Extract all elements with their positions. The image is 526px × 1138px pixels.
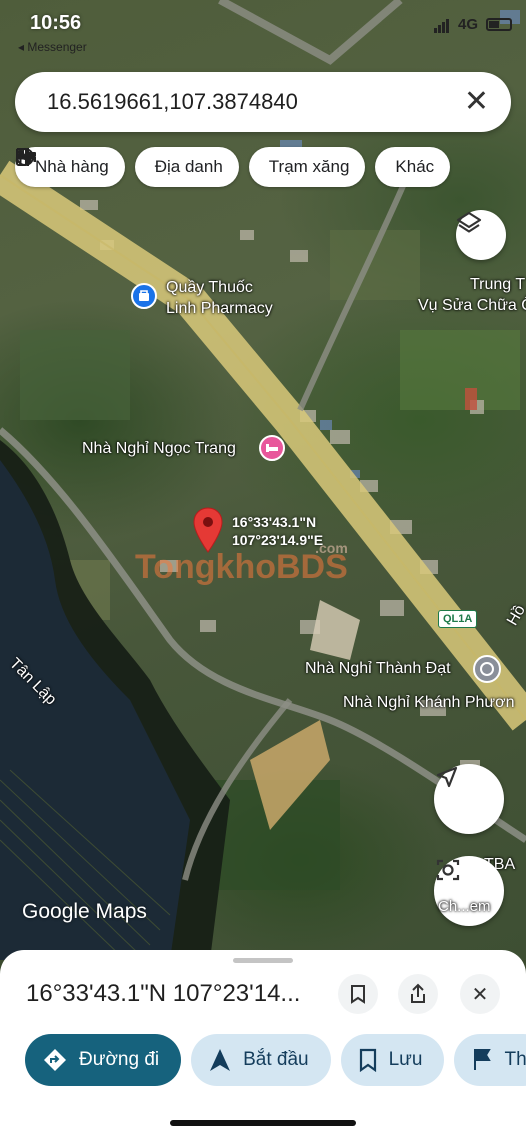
directions-button[interactable]: Đường đi [25, 1034, 182, 1086]
search-input[interactable]: 16.5619661,107.3874840 [47, 89, 464, 115]
battery-icon [486, 18, 512, 31]
close-icon: ✕ [471, 983, 489, 1006]
pharmacy-label[interactable]: Quầy Thuốc Linh Pharmacy [166, 278, 273, 320]
start-label: Bắt đầu [243, 1049, 309, 1070]
action-buttons: Đường đi Bắt đầu Lưu Th [25, 1034, 526, 1086]
bookmark-icon [359, 1048, 376, 1072]
save-button[interactable]: Lưu [340, 1034, 445, 1086]
hotel-pin-icon [259, 435, 285, 461]
status-bar: 10:56 ◂ Messenger 4G [0, 8, 526, 54]
navigate-icon [210, 1049, 231, 1071]
chip-hotels[interactable]: Khác [16, 147, 451, 187]
location-pin-icon [193, 507, 223, 553]
share-button[interactable] [398, 974, 438, 1014]
my-location-button[interactable] [434, 764, 504, 834]
pharmacy-icon [131, 283, 157, 309]
signal-icon [433, 16, 450, 33]
chip-label: Nhà hàng [35, 157, 109, 176]
more-label: Th [504, 1049, 526, 1070]
service-center-label[interactable]: Trung T Vụ Sửa Chữa Ô [418, 275, 526, 317]
pin-coordinates-label: 16°33'43.1"N 107°23'14.9"E [232, 514, 324, 548]
chip-landmarks[interactable]: Địa danh [16, 147, 239, 187]
chip-label: Địa danh [154, 157, 223, 176]
layers-icon [456, 211, 482, 233]
satellite-map[interactable]: 10:56 ◂ Messenger 4G 16.5619661,107.3874… [0, 0, 526, 960]
search-bar[interactable]: 16.5619661,107.3874840 ✕ [15, 72, 511, 132]
back-to-app-link[interactable]: ◂ Messenger [18, 40, 87, 54]
google-maps-attribution: Google Maps [22, 900, 147, 923]
place-marker-icon [473, 655, 501, 683]
more-action-button[interactable]: Th [454, 1034, 526, 1086]
navigation-arrow-icon [436, 766, 458, 788]
chip-gas-stations[interactable]: Trạm xăng [16, 147, 366, 187]
status-time: 10:56 [30, 12, 82, 34]
camera-search-icon [436, 859, 460, 881]
thanh-dat-label[interactable]: Nhà Nghỉ Thành Đạt [305, 660, 451, 678]
flag-icon [474, 1049, 492, 1070]
save-label: Lưu [388, 1049, 423, 1070]
place-bottom-sheet[interactable]: 16°33'43.1"N 107°23'14... ✕ Đường đi Bắt… [0, 950, 526, 1138]
home-indicator[interactable] [170, 1120, 356, 1126]
khanh-phuong-label[interactable]: Nhà Nghỉ Khánh Phươn [343, 694, 515, 712]
sheet-drag-handle[interactable] [233, 958, 293, 963]
clear-search-icon[interactable]: ✕ [464, 87, 489, 117]
directions-label: Đường đi [79, 1049, 160, 1070]
save-bookmark-button[interactable] [338, 974, 378, 1014]
watermark: TongkhoBDS .com [135, 540, 348, 586]
lens-button[interactable] [434, 856, 504, 926]
close-sheet-button[interactable]: ✕ [460, 974, 500, 1014]
bookmark-icon [351, 985, 365, 1004]
chip-label: Khác [395, 157, 435, 176]
share-icon [411, 983, 425, 1003]
status-indicators: 4G [433, 16, 512, 33]
chip-label: Trạm xăng [268, 157, 350, 176]
layers-button[interactable] [456, 210, 506, 260]
start-navigation-button[interactable]: Bắt đầu [191, 1034, 331, 1086]
network-type: 4G [457, 16, 478, 33]
road-badge: QL1A [438, 610, 478, 628]
category-chips: Nhà hàng Địa danh Trạm xăng Khác [15, 147, 451, 187]
directions-icon [44, 1049, 66, 1071]
sheet-title: 16°33'43.1"N 107°23'14... [26, 980, 301, 1007]
lens-label: Ch...em [438, 898, 491, 915]
ngoc-trang-label[interactable]: Nhà Nghỉ Ngọc Trang [82, 440, 236, 458]
